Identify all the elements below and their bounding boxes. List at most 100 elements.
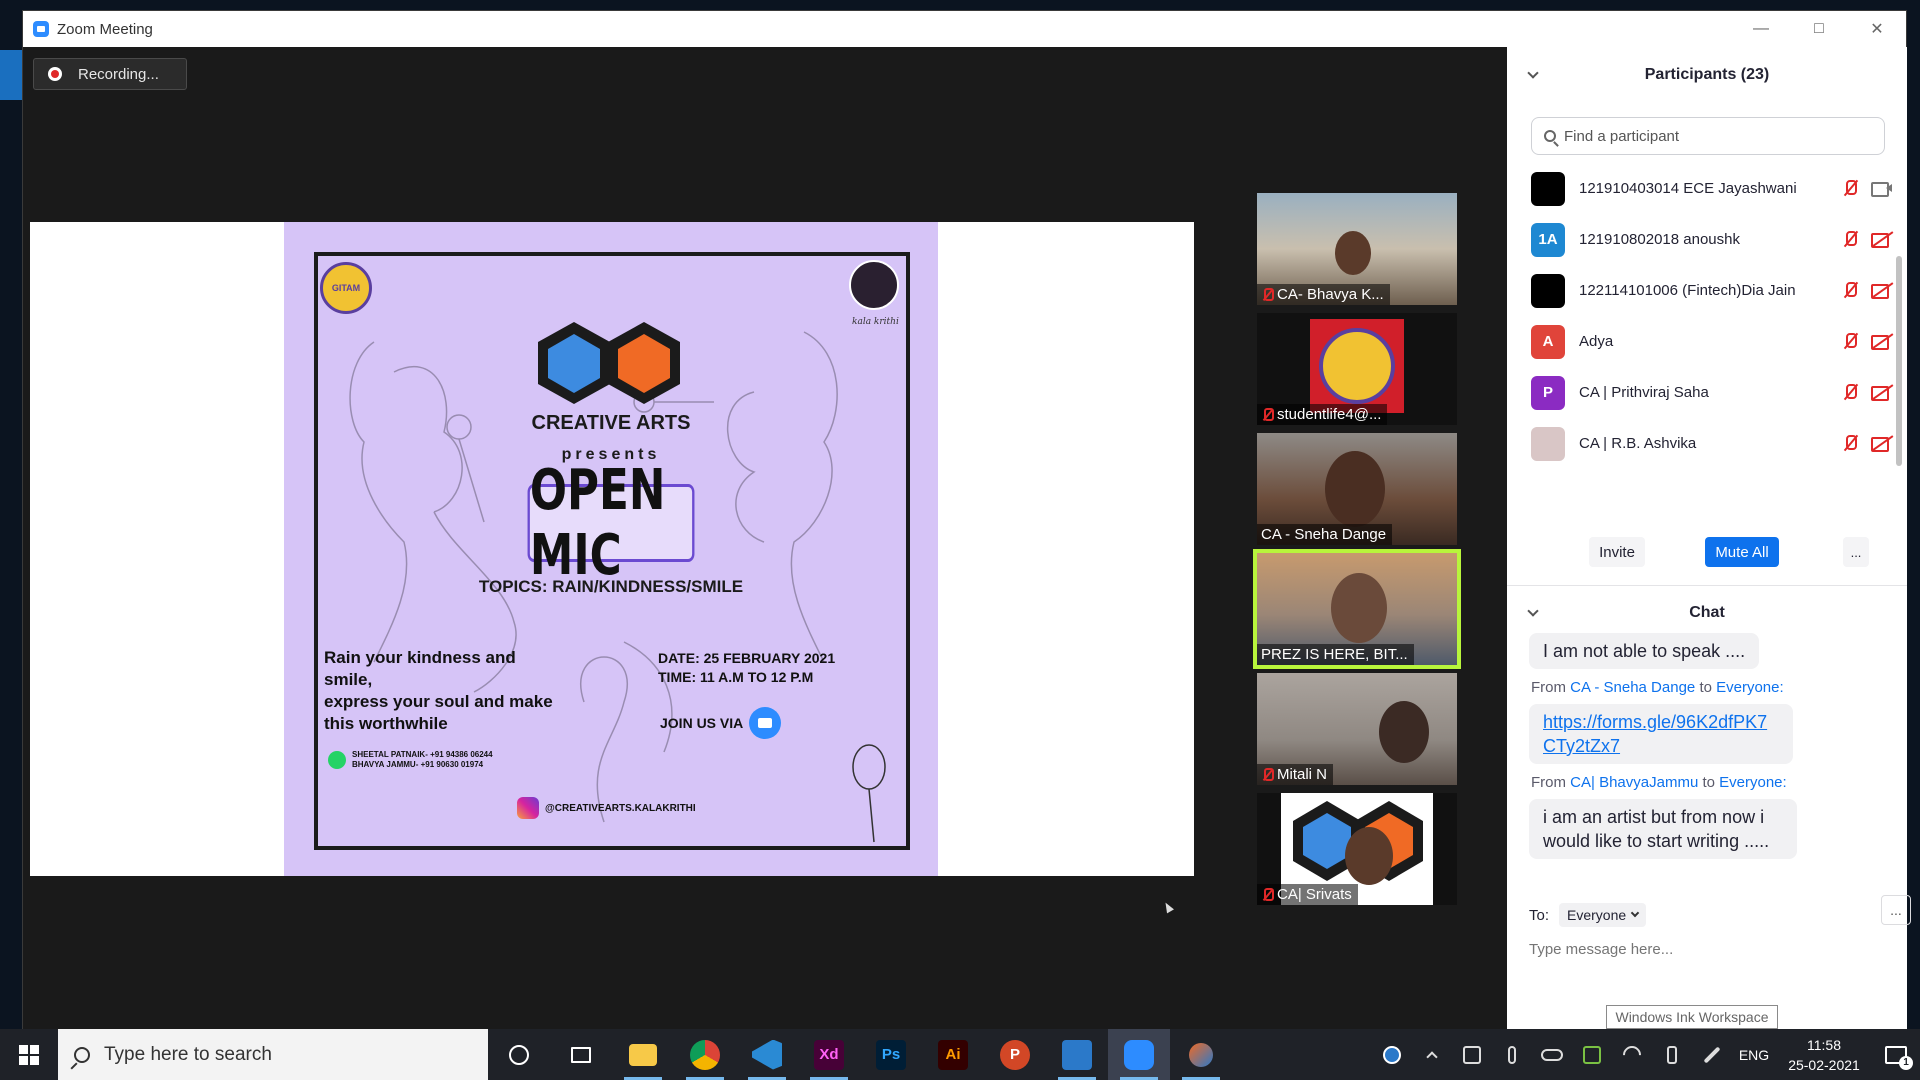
adobe-xd-icon[interactable]: Xd xyxy=(798,1029,860,1080)
video-tile[interactable]: CA| Srivats xyxy=(1257,793,1457,905)
powerpoint-icon[interactable]: P xyxy=(984,1029,1046,1080)
video-tile[interactable]: CA- Bhavya K... xyxy=(1257,193,1457,305)
sender-name[interactable]: CA| BhavyaJammu xyxy=(1570,774,1698,791)
mic-muted-icon[interactable] xyxy=(1841,230,1859,248)
camera-off-icon[interactable] xyxy=(1871,230,1893,248)
mute-all-button[interactable]: Mute All xyxy=(1705,537,1779,567)
tile-name: CA| Srivats xyxy=(1257,884,1358,905)
participants-title: Participants (23) xyxy=(1644,66,1770,83)
battery-icon[interactable] xyxy=(1572,1029,1612,1080)
mic-muted-icon[interactable] xyxy=(1841,332,1859,350)
mouse-cursor xyxy=(1162,900,1174,914)
event-title: OPEN MIC xyxy=(527,458,695,588)
participant-row[interactable]: 1A 121910802018 anoushk xyxy=(1507,214,1897,265)
photoshop-icon[interactable]: Ps xyxy=(860,1029,922,1080)
participant-row[interactable]: P CA | Prithviraj Saha xyxy=(1507,367,1897,418)
start-button[interactable] xyxy=(0,1029,58,1080)
onedrive-icon[interactable] xyxy=(1532,1029,1572,1080)
shared-screen: GITAM kala krithi CREATIVE ARTS presents… xyxy=(30,222,1194,876)
event-date: DATE: 25 FEBRUARY 2021 xyxy=(658,650,836,666)
mic-muted-icon[interactable] xyxy=(1841,179,1859,197)
window-controls: — □ ✕ xyxy=(1732,11,1906,47)
cortana-icon[interactable] xyxy=(488,1029,550,1080)
participant-face xyxy=(1345,827,1393,885)
chat-header: Chat xyxy=(1507,587,1907,639)
recipient-name[interactable]: Everyone: xyxy=(1716,679,1784,696)
mic-muted-icon[interactable] xyxy=(1841,434,1859,452)
close-button[interactable]: ✕ xyxy=(1848,11,1906,47)
contact-2: BHAVYA JAMMU- +91 90630 01974 xyxy=(352,760,484,769)
notifications-button[interactable]: 1 xyxy=(1872,1029,1920,1080)
participant-status xyxy=(1841,179,1893,197)
camera-off-icon[interactable] xyxy=(1871,332,1893,350)
video-tile[interactable]: Mitali N xyxy=(1257,673,1457,785)
mic-muted-icon[interactable] xyxy=(1841,383,1859,401)
language-indicator[interactable]: ENG xyxy=(1732,1047,1776,1063)
collapse-chevron-icon[interactable] xyxy=(1527,605,1539,617)
participant-row[interactable]: 121910403014 ECE Jayashwani xyxy=(1507,163,1897,214)
chat-more-button[interactable]: ... xyxy=(1881,895,1911,925)
clock-date: 25-02-2021 xyxy=(1788,1056,1860,1073)
search-icon xyxy=(1544,130,1556,142)
help-icon[interactable] xyxy=(1372,1029,1412,1080)
camera-off-icon[interactable] xyxy=(1871,281,1893,299)
scrollbar-thumb[interactable] xyxy=(1896,256,1902,466)
avatar: P xyxy=(1531,375,1565,410)
mic-muted-icon[interactable] xyxy=(1841,281,1859,299)
pen-workspace-icon[interactable] xyxy=(1692,1029,1732,1080)
vscode-icon[interactable] xyxy=(736,1029,798,1080)
collapse-chevron-icon[interactable] xyxy=(1527,67,1539,79)
zoom-icon[interactable] xyxy=(1108,1029,1170,1080)
participant-row[interactable]: A Adya xyxy=(1507,316,1897,367)
chrome-icon[interactable] xyxy=(674,1029,736,1080)
creative-arts-logo xyxy=(538,322,680,404)
chat-link[interactable]: https://forms.gle/96K2dfPK7CTy2tZx7 xyxy=(1543,712,1767,756)
tile-name: CA- Bhavya K... xyxy=(1257,284,1390,305)
participant-status xyxy=(1841,281,1893,299)
taskbar-search[interactable]: Type here to search xyxy=(58,1029,488,1080)
chevron-down-icon xyxy=(1630,908,1640,918)
mic-muted-icon xyxy=(1261,287,1274,302)
search-placeholder: Find a participant xyxy=(1564,127,1680,145)
volume-icon[interactable] xyxy=(1652,1029,1692,1080)
meet-now-icon[interactable] xyxy=(1452,1029,1492,1080)
avatar xyxy=(1531,426,1565,461)
recording-indicator[interactable]: Recording... xyxy=(33,58,187,90)
video-tile[interactable]: CA - Sneha Dange xyxy=(1257,433,1457,545)
snip-sketch-icon[interactable] xyxy=(1170,1029,1232,1080)
clock[interactable]: 11:58 25-02-2021 xyxy=(1776,1035,1872,1075)
task-view-icon[interactable] xyxy=(550,1029,612,1080)
minimize-button[interactable]: — xyxy=(1732,11,1790,47)
participant-face xyxy=(1325,451,1385,527)
video-tile-active-speaker[interactable]: PREZ IS HERE, BIT... xyxy=(1253,549,1461,669)
video-tile[interactable]: studentlife4@... xyxy=(1257,313,1457,425)
maximize-button[interactable]: □ xyxy=(1790,11,1848,47)
desktop-icon-partial xyxy=(0,50,22,100)
chevron-up-icon[interactable] xyxy=(1412,1029,1452,1080)
chat-title: Chat xyxy=(1689,604,1725,621)
chat-input[interactable] xyxy=(1529,935,1879,963)
wifi-icon[interactable] xyxy=(1612,1029,1652,1080)
participant-list: 121910403014 ECE Jayashwani 1A 121910802… xyxy=(1507,163,1897,469)
illustrator-icon[interactable]: Ai xyxy=(922,1029,984,1080)
sender-name[interactable]: CA - Sneha Dange xyxy=(1570,679,1695,696)
camera-off-icon[interactable] xyxy=(1871,434,1893,452)
zoom-app-icon xyxy=(33,21,49,37)
participant-search-input[interactable]: Find a participant xyxy=(1531,117,1885,155)
recipient-name[interactable]: Everyone: xyxy=(1719,774,1787,791)
file-explorer-icon[interactable] xyxy=(612,1029,674,1080)
camera-off-icon[interactable] xyxy=(1871,383,1893,401)
photos-icon[interactable] xyxy=(1046,1029,1108,1080)
participant-name: CA | Prithviraj Saha xyxy=(1579,384,1709,401)
message-sender-line: From CA| BhavyaJammu to Everyone: xyxy=(1531,774,1787,791)
contact-info: SHEETAL PATNAIK- +91 94386 06244 BHAVYA … xyxy=(328,750,493,770)
participant-face xyxy=(1335,231,1371,275)
more-options-button[interactable]: ... xyxy=(1843,537,1869,567)
camera-on-icon[interactable] xyxy=(1871,179,1893,197)
participant-row[interactable]: CA | R.B. Ashvika xyxy=(1507,418,1897,469)
recipient-dropdown[interactable]: Everyone xyxy=(1559,903,1647,927)
invite-button[interactable]: Invite xyxy=(1589,537,1645,567)
participant-name: 121910802018 anoushk xyxy=(1579,231,1740,248)
microphone-icon[interactable] xyxy=(1492,1029,1532,1080)
participant-row[interactable]: 122114101006 (Fintech)Dia Jain xyxy=(1507,265,1897,316)
